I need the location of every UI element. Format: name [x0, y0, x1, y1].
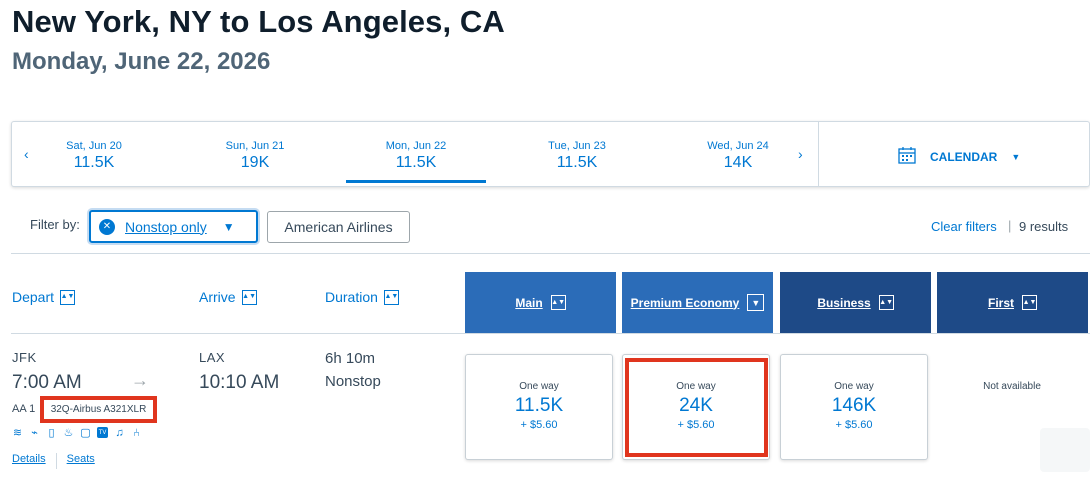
date-label: Mon, Jun 22	[385, 140, 447, 152]
aircraft-type[interactable]: 32Q-Airbus A321XLR	[40, 396, 157, 423]
cabin-first-header[interactable]: First ▲▼	[937, 272, 1088, 333]
entertainment-icon: ♫	[115, 426, 124, 439]
results-count: 9 results	[1019, 219, 1069, 234]
date-label: Tue, Jun 23	[548, 140, 606, 152]
filter-label: Filter by:	[30, 217, 80, 232]
fare-price: 11.5K	[514, 395, 564, 416]
date-option[interactable]: Sun, Jun 21 19K	[185, 140, 325, 172]
clear-filters-link[interactable]: Clear filters	[931, 219, 997, 234]
sort-icon: ▲▼	[383, 289, 399, 305]
nonstop-filter-dropdown[interactable]: ✕ Nonstop only ▼	[89, 210, 258, 243]
seat-icon: ⑃	[133, 426, 140, 439]
date-option[interactable]: Wed, Jun 24 14K	[668, 140, 808, 172]
cabin-label: Premium Economy	[630, 295, 740, 310]
chevron-right-icon[interactable]: ›	[798, 146, 803, 162]
fare-type: One way	[519, 381, 559, 392]
date-option-selected[interactable]: Mon, Jun 22 11.5K	[346, 140, 486, 183]
cabin-label: Main	[515, 295, 543, 310]
date-label: Wed, Jun 24	[707, 140, 769, 152]
depart-time: 7:00 AM	[12, 372, 82, 393]
sort-depart[interactable]: Depart ▲▼	[12, 289, 76, 305]
date-strip: ‹ Sat, Jun 20 11.5K Sun, Jun 21 19K Mon,…	[11, 121, 1090, 187]
cabin-label: Business	[817, 295, 871, 310]
tv-icon: TV	[97, 427, 108, 438]
column-label: Duration	[325, 289, 378, 305]
meal-icon: ♨	[63, 427, 74, 439]
arrow-right-icon: →	[131, 370, 149, 390]
calendar-label: CALENDAR	[930, 149, 998, 164]
flight-duration: 6h 10m	[325, 350, 376, 367]
divider	[11, 253, 1090, 254]
page-subtitle: Monday, June 22, 2026	[12, 48, 271, 75]
caret-down-icon: ▼	[222, 219, 235, 234]
seats-link[interactable]: Seats	[67, 453, 95, 469]
fare-taxes: + $5.60	[835, 419, 873, 431]
cabin-premium-economy-header[interactable]: Premium Economy ▼	[622, 272, 773, 333]
amenities-list: ≋ ⌁ ▯ ♨ ▢ TV ♫ ⑃	[12, 426, 142, 440]
sort-icon: ▲▼	[878, 295, 894, 310]
page-title: New York, NY to Los Angeles, CA	[12, 4, 505, 39]
cabin-label: First	[987, 295, 1014, 310]
fare-type: One way	[834, 381, 874, 392]
chevron-down-icon: ▼	[1011, 151, 1021, 162]
sort-icon: ▲▼	[241, 289, 257, 305]
remove-filter-icon[interactable]: ✕	[99, 218, 115, 235]
arrive-airport: LAX	[199, 350, 226, 365]
usb-icon: ▯	[48, 427, 55, 439]
overlay-widget[interactable]	[1040, 428, 1090, 472]
divider	[11, 333, 1090, 334]
date-price: 11.5K	[556, 154, 598, 171]
flight-number: AA 1	[12, 403, 36, 415]
date-price: 11.5K	[395, 154, 437, 171]
date-price: 11.5K	[73, 154, 115, 171]
separator: |	[1008, 218, 1012, 233]
calendar-icon	[898, 146, 916, 167]
fare-first-unavailable: Not available	[983, 381, 1041, 392]
sort-icon: ▲▼	[550, 295, 566, 310]
sort-arrive[interactable]: Arrive ▲▼	[199, 289, 257, 305]
flight-stops: Nonstop	[325, 373, 381, 390]
sort-duration[interactable]: Duration ▲▼	[325, 289, 399, 305]
date-option[interactable]: Tue, Jun 23 11.5K	[507, 140, 647, 172]
power-icon: ⌁	[31, 427, 38, 439]
highlight-box	[625, 358, 768, 457]
device-icon: ▢	[80, 427, 91, 439]
airline-filter-button[interactable]: American Airlines	[267, 211, 410, 243]
divider	[818, 122, 819, 186]
wifi-icon: ≋	[12, 427, 23, 439]
flight-links: Details Seats	[12, 453, 95, 469]
details-link[interactable]: Details	[12, 453, 46, 469]
column-label: Arrive	[199, 289, 236, 305]
cabin-main-header[interactable]: Main ▲▼	[465, 272, 616, 333]
depart-airport: JFK	[12, 350, 37, 365]
date-price: 14K	[723, 154, 753, 171]
calendar-button[interactable]: CALENDAR ▼	[898, 146, 1020, 167]
column-label: Depart	[12, 289, 55, 305]
sort-descending-icon: ▼	[747, 294, 765, 311]
sort-icon: ▲▼	[1022, 295, 1037, 310]
fare-business[interactable]: One way 146K + $5.60	[780, 354, 928, 460]
fare-main[interactable]: One way 11.5K + $5.60	[465, 354, 613, 460]
date-label: Sat, Jun 20	[66, 140, 122, 152]
date-option[interactable]: Sat, Jun 20 11.5K	[24, 140, 164, 172]
cabin-business-header[interactable]: Business ▲▼	[780, 272, 931, 333]
filter-chip-label: Nonstop only	[125, 218, 207, 235]
arrive-time: 10:10 AM	[199, 372, 280, 393]
fare-price: 146K	[831, 395, 877, 416]
date-label: Sun, Jun 21	[225, 140, 285, 152]
sort-icon: ▲▼	[60, 289, 76, 305]
divider	[55, 453, 57, 469]
date-price: 19K	[240, 154, 270, 171]
fare-taxes: + $5.60	[520, 419, 558, 431]
